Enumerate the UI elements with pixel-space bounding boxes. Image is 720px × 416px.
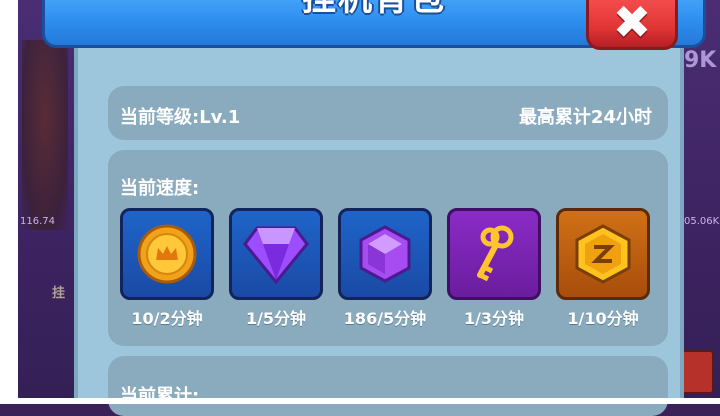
background-value-right: 05.06K bbox=[684, 216, 720, 227]
reward-rate: 10/2分钟 bbox=[131, 309, 203, 328]
reward-tile bbox=[556, 208, 650, 300]
screen-edge bbox=[0, 0, 18, 404]
reward-tile bbox=[229, 208, 323, 300]
max-accumulate: 最高累计24小时 bbox=[518, 107, 652, 128]
reward-tile bbox=[120, 208, 214, 300]
reward-item-gem[interactable]: 186/5分钟 bbox=[338, 208, 432, 329]
screen-edge-bottom bbox=[0, 398, 720, 404]
accumulate-section: 当前累计: bbox=[108, 356, 668, 416]
gold-key-icon bbox=[477, 225, 514, 282]
reward-item-gold[interactable]: 10/2分钟 bbox=[120, 208, 214, 329]
current-level: 当前等级:Lv.1 bbox=[120, 107, 241, 128]
level-row: 当前等级:Lv.1 最高累计24小时 bbox=[108, 86, 668, 140]
background-value-left: 116.74 bbox=[20, 216, 55, 227]
hex-token-icon bbox=[575, 224, 631, 284]
speed-section: 当前速度: 10/2分钟 1/5分钟 186/5分钟 1/3分钟 1/10分钟 bbox=[108, 150, 668, 346]
reward-item-diamond[interactable]: 1/5分钟 bbox=[229, 208, 323, 329]
background-tag: 挂 bbox=[52, 286, 66, 301]
speed-label: 当前速度: bbox=[120, 178, 200, 199]
close-button[interactable]: ✖ bbox=[586, 0, 678, 50]
reward-tile bbox=[338, 208, 432, 300]
reward-rate: 1/5分钟 bbox=[245, 309, 307, 328]
reward-rate: 186/5分钟 bbox=[343, 309, 427, 328]
purple-gem-icon bbox=[359, 225, 411, 283]
reward-rate: 1/3分钟 bbox=[463, 309, 525, 328]
reward-item-key[interactable]: 1/3分钟 bbox=[447, 208, 541, 329]
close-icon: ✖ bbox=[612, 0, 652, 49]
reward-rate: 1/10分钟 bbox=[567, 309, 639, 328]
purple-diamond-icon bbox=[243, 226, 309, 284]
accumulate-label: 当前累计: bbox=[120, 386, 200, 407]
background-big-value: 9K bbox=[684, 48, 717, 73]
gold-coin-icon bbox=[137, 224, 197, 284]
reward-item-token[interactable]: 1/10分钟 bbox=[556, 208, 650, 329]
background-character bbox=[22, 40, 68, 230]
reward-tile bbox=[447, 208, 541, 300]
